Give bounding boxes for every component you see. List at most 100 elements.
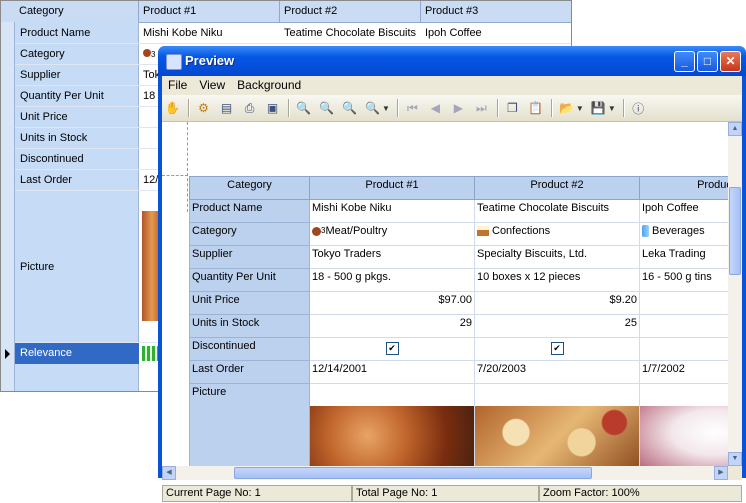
bg-header-product-2[interactable]: Product #2 xyxy=(280,1,421,22)
bg-header-category[interactable]: Category xyxy=(1,1,139,22)
bg-row-label: Unit Price xyxy=(15,107,139,127)
table-cell: Beverages xyxy=(639,222,728,246)
bg-cell[interactable]: 18 xyxy=(139,86,159,106)
table-cell: Confections xyxy=(474,222,640,246)
coffee-photo xyxy=(640,406,728,466)
meat-icon xyxy=(312,226,321,236)
table-cell: $9.20 xyxy=(474,291,640,315)
minimize-button[interactable]: _ xyxy=(674,51,695,72)
cake-icon xyxy=(477,226,489,237)
print-icon[interactable]: ⎙ xyxy=(239,98,260,118)
gear-icon[interactable]: ⚙ xyxy=(193,98,214,118)
toolbar-separator xyxy=(396,99,399,117)
table-cell: Leka Trading xyxy=(639,245,728,269)
hand-icon[interactable]: ✋ xyxy=(162,98,183,118)
prev-page-icon[interactable]: ◀ xyxy=(425,98,446,118)
table-row: Category 3Meat/Poultry Confections Bever… xyxy=(189,222,728,246)
relevance-bar xyxy=(142,346,158,361)
bg-cell[interactable]: 12/ xyxy=(139,170,159,190)
bg-row-label: Product Name xyxy=(15,23,139,43)
bg-grid-header: Category Product #1 Product #2 Product #… xyxy=(1,1,571,23)
horizontal-scroll-thumb[interactable] xyxy=(234,467,592,479)
header-product-1: Product #1 xyxy=(309,176,475,200)
table-cell: 29 xyxy=(309,314,475,338)
table-cell: 1/7/2002 xyxy=(639,360,728,384)
zoom-dropdown-arrow-icon[interactable]: ▼ xyxy=(382,104,390,113)
toolbar-separator xyxy=(622,99,625,117)
bg-cell[interactable]: Teatime Chocolate Biscuits xyxy=(280,23,421,43)
table-cell: Tokyo Traders xyxy=(309,245,475,269)
bg-cell[interactable]: Mishi Kobe Niku xyxy=(139,23,280,43)
zoom-in-icon[interactable]: 🔍 xyxy=(316,98,337,118)
preview-table: Category Product #1 Product #2 Produc Pr… xyxy=(189,176,728,466)
row-label: Quantity Per Unit xyxy=(189,268,310,292)
window-title: Preview xyxy=(185,53,235,68)
meat-icon xyxy=(143,49,151,57)
open-dropdown-arrow-icon[interactable]: ▼ xyxy=(576,104,584,113)
paste-icon[interactable]: 📋 xyxy=(525,98,546,118)
about-icon[interactable]: ⓘ xyxy=(628,98,649,118)
beverage-icon xyxy=(642,225,649,238)
bg-cell[interactable]: 3 xyxy=(139,44,159,64)
menu-file[interactable]: File xyxy=(162,76,193,94)
bg-row-label: Supplier xyxy=(15,65,139,85)
table-cell: 25 xyxy=(474,314,640,338)
page-setup-icon[interactable]: ▤ xyxy=(216,98,237,118)
maximize-button[interactable]: □ xyxy=(697,51,718,72)
table-cell: Specialty Biscuits, Ltd. xyxy=(474,245,640,269)
bg-row-product-name[interactable]: Product Name Mishi Kobe Niku Teatime Cho… xyxy=(15,23,571,44)
header-category: Category xyxy=(189,176,310,200)
close-button[interactable]: ✕ xyxy=(720,51,741,72)
vertical-scroll-thumb[interactable] xyxy=(729,187,741,275)
table-header-row: Category Product #1 Product #2 Produc xyxy=(189,176,728,200)
menu-view[interactable]: View xyxy=(193,76,231,94)
first-page-icon[interactable]: ⏮ xyxy=(402,98,423,118)
table-cell xyxy=(639,291,728,315)
last-page-icon[interactable]: ⏭ xyxy=(471,98,492,118)
picture-cell xyxy=(309,383,475,466)
save-icon[interactable]: 💾 xyxy=(588,98,609,118)
toolbar-separator xyxy=(188,99,190,117)
export-icon[interactable]: ▣ xyxy=(262,98,283,118)
zoom-out-icon[interactable]: 🔍 xyxy=(339,98,360,118)
preview-page-viewport[interactable]: Category Product #1 Product #2 Produc Pr… xyxy=(162,122,728,466)
status-current-page: Current Page No: 1 xyxy=(162,485,352,502)
picture-cell xyxy=(639,383,728,466)
copy-icon[interactable]: ❐ xyxy=(502,98,523,118)
row-label: Units in Stock xyxy=(189,314,310,338)
status-zoom-factor: Zoom Factor: 100% xyxy=(539,485,742,502)
menu-background[interactable]: Background xyxy=(231,76,307,94)
bg-header-product-3[interactable]: Product #3 xyxy=(421,1,571,22)
discontinued-checkbox: ✔ xyxy=(550,342,564,355)
table-row: Units in Stock 29 25 xyxy=(189,314,728,338)
page-margin-line xyxy=(187,122,188,212)
bg-cell[interactable]: Tok xyxy=(139,65,159,85)
toolbar-separator xyxy=(496,99,499,117)
save-dropdown-arrow-icon[interactable]: ▼ xyxy=(608,104,616,113)
table-cell: Teatime Chocolate Biscuits xyxy=(474,199,640,223)
vertical-scrollbar[interactable]: ▲ ▼ xyxy=(728,122,742,466)
toolbar-separator xyxy=(550,99,553,117)
app-icon xyxy=(166,54,182,70)
status-bar: Current Page No: 1 Total Page No: 1 Zoom… xyxy=(162,485,742,503)
preview-client-area: File View Background ✋ ⚙ ▤ ⎙ ▣ 🔍 🔍 🔍 🔍 ▼… xyxy=(162,76,742,502)
scroll-up-icon[interactable]: ▲ xyxy=(728,122,742,136)
bg-row-relevance-selected[interactable]: Relevance xyxy=(15,343,139,364)
scroll-down-icon[interactable]: ▼ xyxy=(728,452,742,466)
biscuits-photo xyxy=(475,406,639,466)
table-cell: 12/14/2001 xyxy=(309,360,475,384)
next-page-icon[interactable]: ▶ xyxy=(448,98,469,118)
table-row: Discontinued ✔ ✔ ✔ xyxy=(189,337,728,361)
header-product-2: Product #2 xyxy=(474,176,640,200)
bg-header-product-1[interactable]: Product #1 xyxy=(139,1,280,22)
table-cell: $97.00 xyxy=(309,291,475,315)
bg-cell[interactable]: Ipoh Coffee xyxy=(421,23,561,43)
bg-row-label: Units in Stock xyxy=(15,128,139,148)
zoom-icon[interactable]: 🔍 xyxy=(293,98,314,118)
open-icon[interactable]: 📂 xyxy=(556,98,577,118)
table-cell: 18 - 500 g pkgs. xyxy=(309,268,475,292)
zoom-menu-icon[interactable]: 🔍 xyxy=(362,98,383,118)
table-cell: Ipoh Coffee xyxy=(639,199,728,223)
title-bar[interactable]: Preview _ □ ✕ xyxy=(158,46,746,76)
table-cell xyxy=(639,314,728,338)
